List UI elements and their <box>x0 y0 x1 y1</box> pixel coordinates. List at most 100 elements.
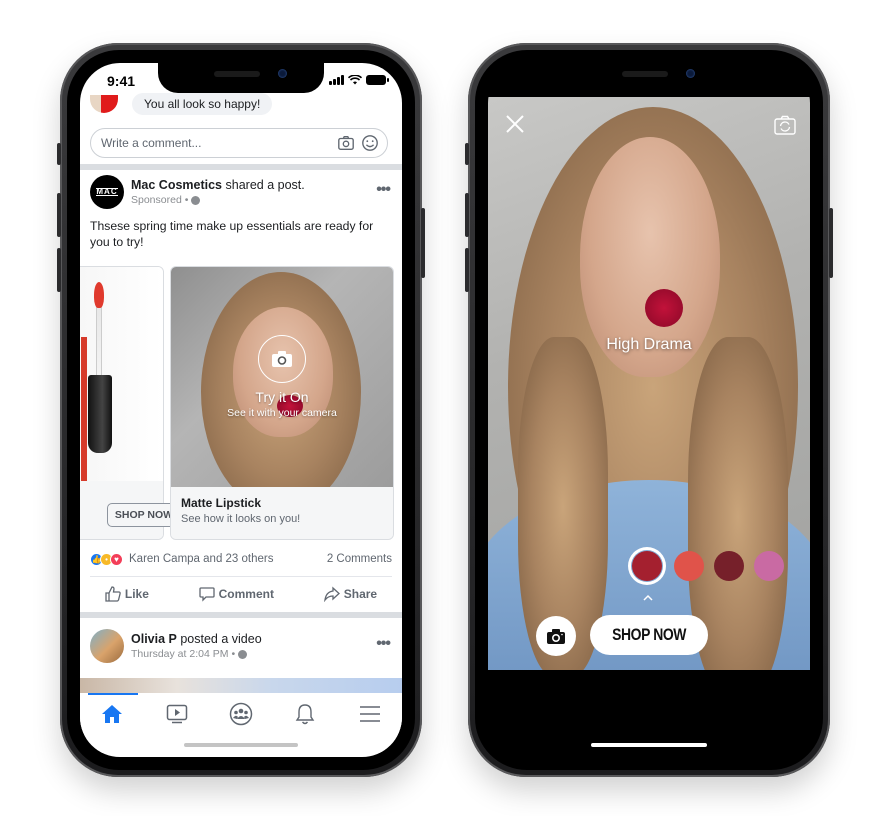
tab-home[interactable] <box>99 701 125 727</box>
globe-icon <box>238 649 248 659</box>
camera-icon[interactable] <box>337 134 355 152</box>
love-reaction-icon: ♥ <box>110 552 123 566</box>
tab-notifications[interactable] <box>292 701 318 727</box>
post-subtitle: Sponsored • <box>131 194 305 206</box>
carousel-card-try-on[interactable]: Try it On See it with your camera Matte … <box>170 266 394 540</box>
comment-button[interactable]: Comment <box>198 586 274 602</box>
shade-swatch[interactable] <box>754 551 784 581</box>
effect-name-label: High Drama <box>606 336 692 353</box>
mute-switch <box>57 143 61 165</box>
like-button[interactable]: Like <box>105 586 149 602</box>
status-icons <box>329 75 389 85</box>
shop-now-label: SHOP NOW <box>612 625 686 644</box>
post-author[interactable]: Mac Cosmetics <box>131 178 222 192</box>
left-phone-mockup: 9:41 You all look so happy! MAC Mac Cosm… <box>57 43 425 777</box>
try-on-subtitle: See it with your camera <box>227 407 337 419</box>
wifi-icon <box>348 75 362 85</box>
card-subtitle: See how it looks on you! <box>181 513 301 525</box>
volume-up-button <box>465 193 469 237</box>
like-label: Like <box>124 587 149 601</box>
hair-right-strand <box>688 337 788 670</box>
capture-photo-button[interactable] <box>536 616 576 656</box>
mute-switch <box>465 143 469 165</box>
volume-down-button <box>57 248 61 292</box>
carousel-card-product[interactable] <box>80 266 164 540</box>
ar-try-on-screen: High Drama SHOP NOW <box>488 63 810 757</box>
close-icon[interactable] <box>504 113 526 135</box>
card-info: Matte Lipstick See how it looks on you! <box>171 487 393 539</box>
camera-icon <box>547 628 565 644</box>
lipstick-tube <box>81 337 87 487</box>
tab-watch[interactable] <box>164 701 190 727</box>
notch <box>566 63 732 93</box>
post-title: Mac Cosmetics shared a post. <box>131 178 305 192</box>
camera-icon <box>272 351 292 367</box>
shop-now-button[interactable]: SHOP NOW <box>590 615 708 655</box>
post-subtitle: Thursday at 2:04 PM • <box>131 648 262 660</box>
tab-groups[interactable] <box>228 701 254 727</box>
volume-down-button <box>465 248 469 292</box>
post-actions: Like Comment Share <box>80 578 402 610</box>
facebook-feed-screen: 9:41 You all look so happy! MAC Mac Cosm… <box>80 63 402 757</box>
mac-logo: MAC <box>96 187 118 196</box>
try-on-camera-button[interactable] <box>258 335 306 383</box>
speaker <box>214 71 260 77</box>
commenter-avatar[interactable] <box>90 95 118 113</box>
more-options-icon[interactable]: ••• <box>376 181 391 199</box>
chevron-up-icon[interactable] <box>643 593 653 603</box>
home-indicator[interactable] <box>591 743 707 747</box>
power-button <box>421 208 425 278</box>
post-author[interactable]: Olivia P <box>131 632 177 646</box>
comments-count[interactable]: 2 Comments <box>327 553 392 565</box>
sponsored-post-header: MAC Mac Cosmetics shared a post. Sponsor… <box>90 175 305 209</box>
post-title: Olivia P posted a video <box>131 632 262 646</box>
status-time: 9:41 <box>107 73 136 89</box>
comment-input[interactable] <box>101 136 331 150</box>
video-post-header: Olivia P posted a video Thursday at 2:04… <box>90 629 262 663</box>
home-indicator[interactable] <box>184 743 298 747</box>
lipstick-shade-picker <box>630 549 784 583</box>
post-action: shared a post. <box>225 178 305 192</box>
reactors-text[interactable]: Karen Campa and 23 others <box>129 553 273 565</box>
feed-separator <box>80 612 402 618</box>
emoji-icon[interactable] <box>361 134 379 152</box>
more-options-icon[interactable]: ••• <box>376 635 391 653</box>
front-camera <box>278 69 287 78</box>
lipstick-cap <box>88 375 112 453</box>
bell-icon <box>296 704 315 725</box>
comment-label: Comment <box>218 587 274 601</box>
comment-icon <box>198 587 215 602</box>
tab-menu[interactable] <box>357 701 383 727</box>
share-label: Share <box>343 587 378 601</box>
post-timestamp[interactable]: Thursday at 2:04 PM <box>131 648 228 660</box>
try-on-title: Try it On <box>255 389 309 405</box>
shade-swatch[interactable] <box>674 551 704 581</box>
share-icon <box>323 586 340 602</box>
shade-swatch-selected[interactable] <box>630 549 664 583</box>
lipstick-applicator <box>94 282 104 308</box>
globe-icon <box>191 195 201 205</box>
product-carousel[interactable]: SHOP NOW Try it On See it with your came… <box>80 266 402 542</box>
try-on-photo: Try it On See it with your camera <box>171 267 393 489</box>
post-action: posted a video <box>180 632 262 646</box>
lips-shape <box>645 289 683 327</box>
groups-icon <box>229 702 253 726</box>
speaker <box>622 71 668 77</box>
share-button[interactable]: Share <box>323 586 378 602</box>
feed-separator <box>80 164 402 170</box>
flip-camera-icon[interactable] <box>774 115 796 135</box>
active-tab-indicator <box>88 693 138 695</box>
reactions-summary[interactable]: 👍 • ♥ Karen Campa and 23 others 2 Commen… <box>90 550 392 568</box>
dot-separator: • <box>184 194 189 206</box>
lipstick-wand <box>96 302 102 382</box>
comment-box[interactable] <box>90 128 388 158</box>
lipstick-product-image <box>80 267 163 487</box>
signal-icon <box>329 75 344 85</box>
mac-cosmetics-avatar[interactable]: MAC <box>90 175 124 209</box>
try-on-overlay[interactable]: Try it On See it with your camera <box>171 335 393 419</box>
video-icon <box>166 704 187 724</box>
shade-swatch[interactable] <box>714 551 744 581</box>
thumbs-up-icon <box>105 586 121 602</box>
sponsored-label[interactable]: Sponsored <box>131 194 182 206</box>
olivia-avatar[interactable] <box>90 629 124 663</box>
